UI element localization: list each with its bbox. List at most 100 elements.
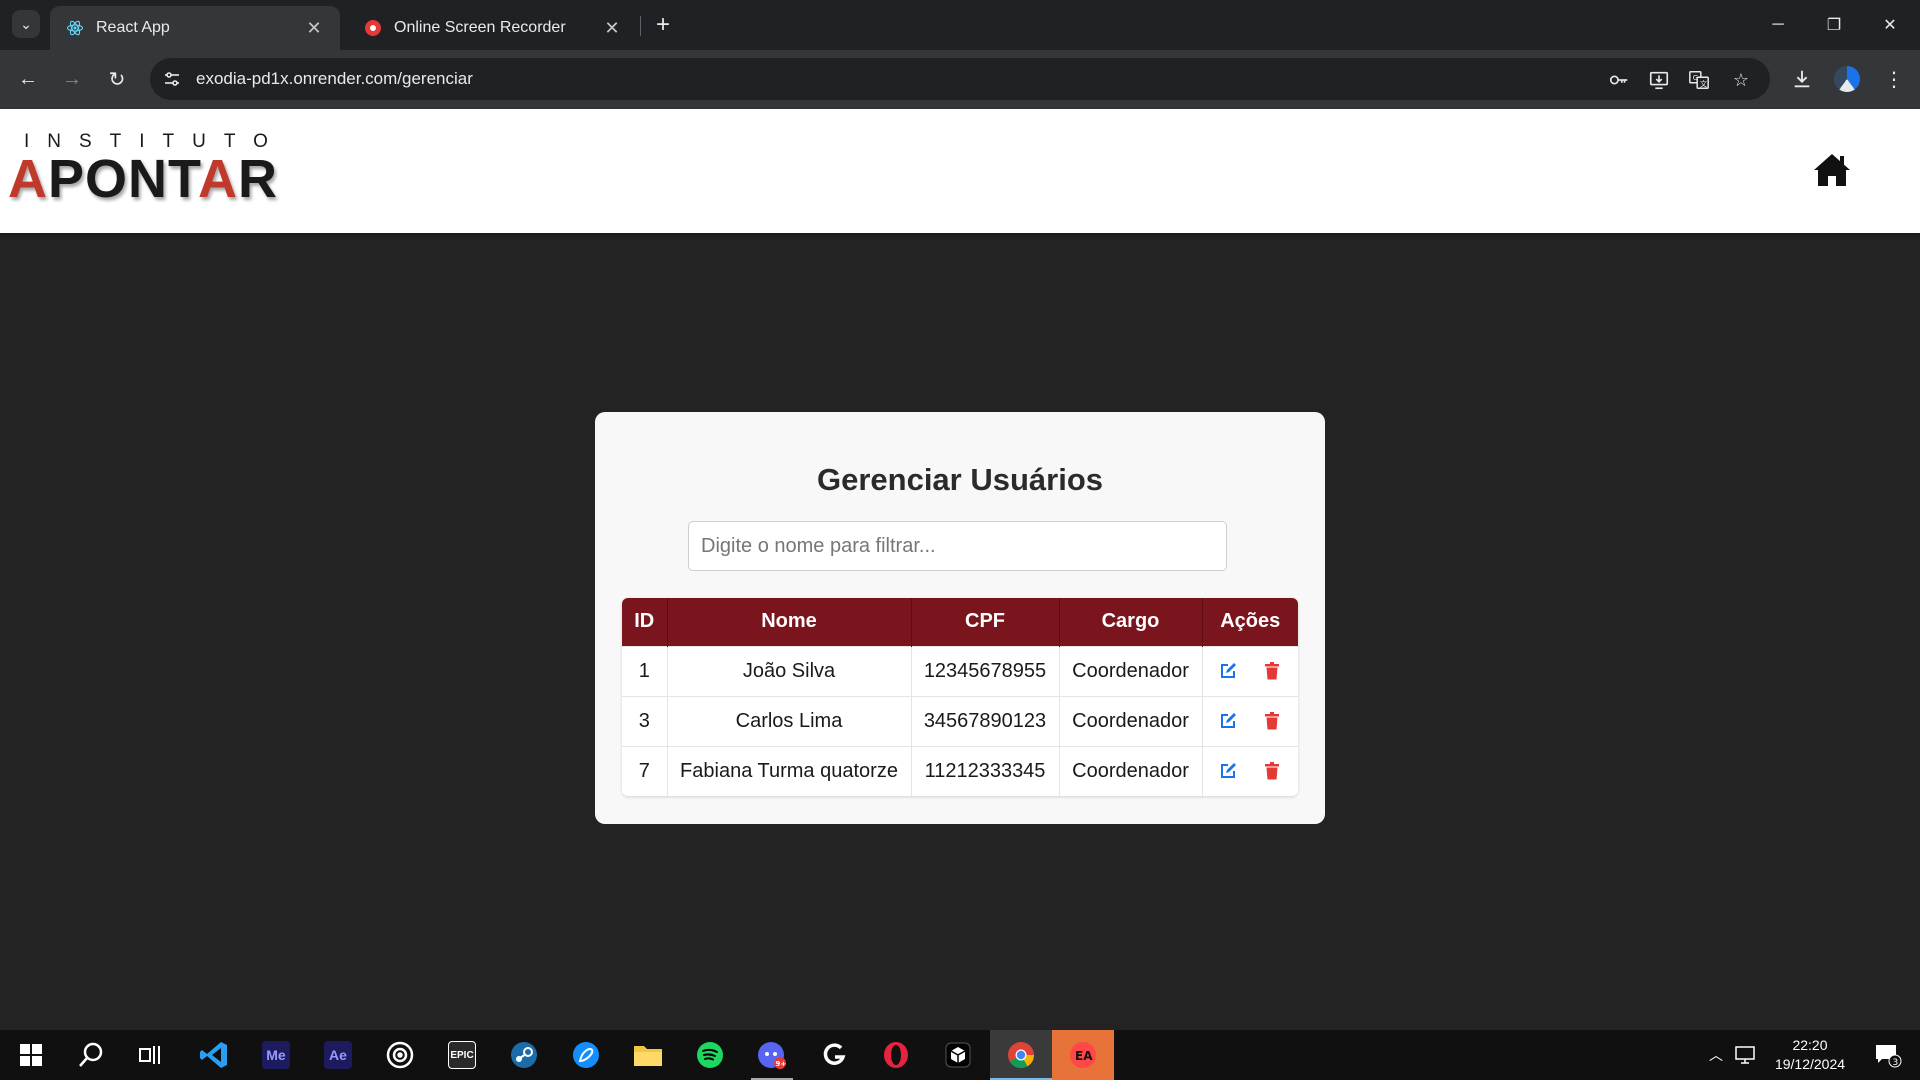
taskbar-app-ea[interactable]: EA bbox=[1052, 1030, 1114, 1080]
search-button[interactable] bbox=[60, 1030, 122, 1080]
chrome-menu-button[interactable]: ⋮ bbox=[1878, 63, 1910, 95]
task-view-button[interactable] bbox=[120, 1030, 182, 1080]
table-row: 3 Carlos Lima 34567890123 Coordenador bbox=[622, 695, 1298, 746]
cube-icon bbox=[945, 1042, 971, 1068]
close-icon[interactable]: ✕ bbox=[602, 18, 622, 38]
page-title: Gerenciar Usuários bbox=[816, 462, 1104, 497]
notification-icon: 3 bbox=[1876, 1045, 1902, 1068]
chevron-up-icon: ︿ bbox=[1709, 1047, 1723, 1063]
delete-button[interactable] bbox=[1261, 660, 1283, 682]
edit-icon bbox=[1221, 713, 1237, 729]
column-header-cargo: Cargo bbox=[1059, 598, 1203, 646]
trash-icon bbox=[1265, 712, 1280, 730]
reload-icon: ↻ bbox=[108, 68, 126, 91]
clock-date: 19/12/2024 bbox=[1774, 1056, 1846, 1072]
taskbar-app-steam[interactable] bbox=[493, 1030, 555, 1080]
site-settings-icon[interactable] bbox=[162, 69, 182, 89]
taskbar-app-spotify[interactable] bbox=[679, 1030, 741, 1080]
users-table: ID Nome CPF Cargo Ações 1 João Silva 123… bbox=[622, 598, 1298, 796]
svg-text:G: G bbox=[1693, 73, 1699, 82]
cell-cargo: Coordenador bbox=[1059, 745, 1203, 796]
filter-name-input[interactable] bbox=[688, 521, 1227, 571]
downloads-button[interactable] bbox=[1786, 63, 1818, 95]
record-icon bbox=[364, 19, 382, 37]
svg-text:EA: EA bbox=[1075, 1049, 1093, 1063]
manage-users-panel: Gerenciar Usuários ID Nome CPF Cargo Açõ… bbox=[595, 412, 1325, 824]
cell-cpf: 11212333345 bbox=[911, 745, 1060, 796]
install-app-icon[interactable] bbox=[1648, 69, 1670, 91]
cell-actions bbox=[1202, 645, 1298, 696]
close-icon: ✕ bbox=[1883, 17, 1897, 34]
edit-button[interactable] bbox=[1217, 760, 1239, 782]
restore-button[interactable]: ❐ bbox=[1806, 0, 1862, 50]
taskbar-app-battlenet[interactable] bbox=[555, 1030, 617, 1080]
svg-text:3: 3 bbox=[1893, 1058, 1899, 1068]
url-text: exodia-pd1x.onrender.com/gerenciar bbox=[196, 69, 473, 88]
taskbar-app-epic-games[interactable]: EPIC bbox=[431, 1030, 493, 1080]
instituto-apontar-logo[interactable]: INSTITUTO APONTAR bbox=[8, 131, 286, 206]
plus-icon: + bbox=[655, 11, 670, 38]
tab-separator bbox=[640, 16, 641, 36]
key-icon[interactable] bbox=[1608, 69, 1630, 91]
edit-button[interactable] bbox=[1217, 710, 1239, 732]
show-hidden-icons-button[interactable]: ︿ bbox=[1704, 1030, 1728, 1080]
taskbar-app-cube[interactable] bbox=[927, 1030, 989, 1080]
folder-icon bbox=[634, 1046, 662, 1066]
taskbar-app-logitech[interactable] bbox=[803, 1030, 865, 1080]
cell-cargo: Coordenador bbox=[1059, 695, 1203, 746]
cell-id: 3 bbox=[622, 695, 668, 746]
home-icon bbox=[1814, 154, 1850, 186]
tab-react-app[interactable]: React App ✕ bbox=[50, 6, 340, 50]
chrome-icon bbox=[1008, 1042, 1035, 1069]
close-window-button[interactable]: ✕ bbox=[1862, 0, 1918, 50]
reload-button[interactable]: ↻ bbox=[101, 63, 133, 95]
back-button[interactable]: ← bbox=[12, 63, 44, 95]
delete-button[interactable] bbox=[1261, 710, 1283, 732]
cell-nome: Carlos Lima bbox=[667, 695, 912, 746]
chevron-down-icon: ⌄ bbox=[20, 15, 32, 32]
taskbar-app-media-encoder[interactable]: Me bbox=[245, 1030, 307, 1080]
table-header-row: ID Nome CPF Cargo Ações bbox=[622, 598, 1298, 646]
delete-button[interactable] bbox=[1261, 760, 1283, 782]
search-icon bbox=[79, 1042, 103, 1067]
address-bar[interactable]: exodia-pd1x.onrender.com/gerenciar G文 ☆ bbox=[150, 58, 1770, 100]
browser-tab-bar: ⌄ React App ✕ Online Screen Recorder ✕ +… bbox=[0, 0, 1920, 50]
column-header-cpf: CPF bbox=[911, 598, 1060, 646]
minimize-button[interactable]: ─ bbox=[1750, 0, 1806, 50]
tab-search-button[interactable]: ⌄ bbox=[12, 10, 40, 38]
task-view-icon bbox=[139, 1046, 160, 1064]
taskbar-app-ubisoft[interactable] bbox=[369, 1030, 431, 1080]
profile-avatar[interactable] bbox=[1834, 66, 1860, 92]
react-icon bbox=[66, 19, 84, 37]
network-button[interactable] bbox=[1734, 1030, 1758, 1080]
forward-button[interactable]: → bbox=[56, 63, 88, 95]
home-button[interactable] bbox=[1812, 151, 1852, 189]
cell-id: 7 bbox=[622, 745, 668, 796]
system-clock[interactable]: 22:20 19/12/2024 bbox=[1760, 1036, 1860, 1074]
new-tab-button[interactable]: + bbox=[650, 11, 676, 38]
edit-icon bbox=[1221, 663, 1237, 679]
tab-online-screen-recorder[interactable]: Online Screen Recorder ✕ bbox=[348, 6, 638, 50]
logitech-g-icon bbox=[823, 1043, 846, 1065]
taskbar-app-file-explorer[interactable] bbox=[617, 1030, 679, 1080]
ubisoft-icon bbox=[386, 1041, 414, 1069]
notification-center-button[interactable]: 3 bbox=[1866, 1030, 1910, 1080]
cell-cpf: 34567890123 bbox=[911, 695, 1060, 746]
taskbar-app-opera[interactable] bbox=[865, 1030, 927, 1080]
table-row: 7 Fabiana Turma quatorze 11212333345 Coo… bbox=[622, 745, 1298, 796]
windows-taskbar: Me Ae EPIC 9+ EA ︿ 22:20 19/12/2024 3 bbox=[0, 1030, 1920, 1080]
taskbar-app-after-effects[interactable]: Ae bbox=[307, 1030, 369, 1080]
close-icon[interactable]: ✕ bbox=[304, 18, 324, 38]
taskbar-app-discord[interactable]: 9+ bbox=[741, 1030, 803, 1080]
start-button[interactable] bbox=[0, 1030, 62, 1080]
column-header-id: ID bbox=[622, 598, 668, 646]
vscode-icon bbox=[200, 1042, 227, 1068]
taskbar-app-vscode[interactable] bbox=[183, 1030, 245, 1080]
arrow-right-icon: → bbox=[62, 67, 82, 90]
translate-icon[interactable]: G文 bbox=[1688, 69, 1710, 91]
steam-icon bbox=[511, 1042, 537, 1068]
edit-button[interactable] bbox=[1217, 660, 1239, 682]
taskbar-app-chrome[interactable] bbox=[990, 1030, 1052, 1080]
cell-id: 1 bbox=[622, 645, 668, 696]
bookmark-star-icon[interactable]: ☆ bbox=[1730, 69, 1752, 91]
